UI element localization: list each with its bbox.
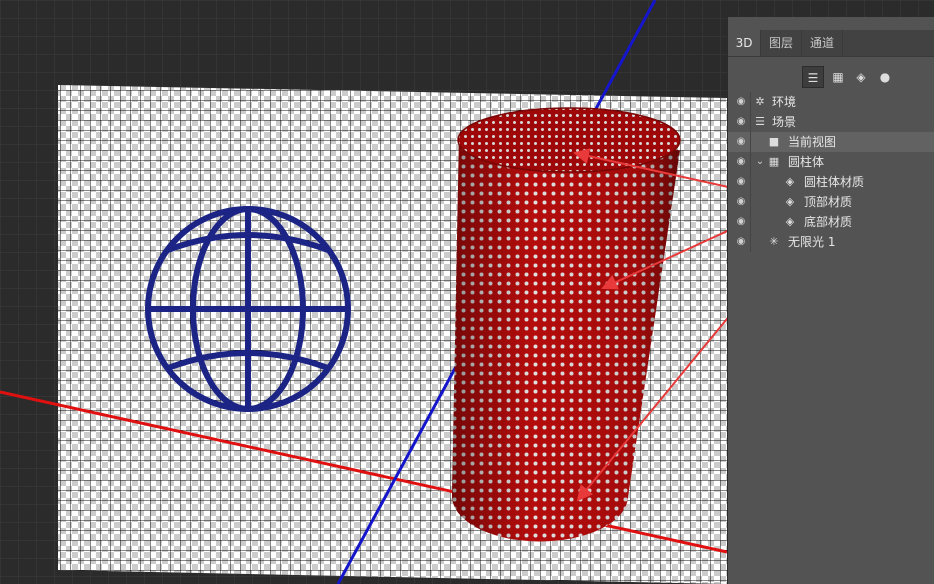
visibility-eye-icon[interactable]: ◉ <box>733 112 749 132</box>
scene-filter-button[interactable]: ☰ <box>802 66 824 88</box>
layer-infinite-light[interactable]: ◉ ✳ 无限光 1 <box>728 232 934 252</box>
visibility-eye-icon[interactable]: ◉ <box>733 232 749 252</box>
layer-label: 无限光 1 <box>788 235 836 249</box>
layer-current-view[interactable]: ◉ ■ 当前视图 <box>728 132 934 152</box>
environment-icon: ✲ <box>755 95 765 108</box>
material-filter-button[interactable]: ◈ <box>850 66 872 88</box>
material-icon: ◈ <box>785 195 795 208</box>
layer-label: 圆柱体 <box>788 155 825 169</box>
light-icon: ✳ <box>769 235 779 248</box>
mesh-icon: ▦ <box>768 155 780 168</box>
panel-tabs: 3D 图层 通道 <box>728 30 934 57</box>
scene-icon: ☰ <box>807 71 819 85</box>
visibility-eye-icon[interactable]: ◉ <box>733 192 749 212</box>
layer-label: 当前视图 <box>788 135 837 149</box>
tab-channels[interactable]: 通道 <box>802 30 843 56</box>
chevron-down-icon[interactable]: ⌄ <box>755 152 765 172</box>
visibility-eye-icon[interactable]: ◉ <box>733 152 749 172</box>
layer-cylinder[interactable]: ◉ ⌄ ▦ 圆柱体 <box>728 152 934 172</box>
layer-environment[interactable]: ◉ ✲ 环境 <box>728 92 934 112</box>
visibility-eye-icon[interactable]: ◉ <box>733 132 749 152</box>
visibility-eye-icon[interactable]: ◉ <box>733 92 749 112</box>
scene-icon: ☰ <box>755 115 765 128</box>
layer-scene[interactable]: ◉ ☰ 场景 <box>728 112 934 132</box>
visibility-eye-icon[interactable]: ◉ <box>733 212 749 232</box>
layer-label: 底部材质 <box>804 215 853 229</box>
layer-cylinder-material[interactable]: ◉ ◈ 圆柱体材质 <box>728 172 934 192</box>
material-icon: ◈ <box>785 175 795 188</box>
tab-layers[interactable]: 图层 <box>761 30 802 56</box>
tab-3d[interactable]: 3D <box>728 30 761 56</box>
globe-object[interactable] <box>145 206 351 412</box>
mesh-filter-button[interactable]: ▦ <box>827 66 849 88</box>
layer-top-material[interactable]: ◉ ◈ 顶部材质 <box>728 192 934 212</box>
material-icon: ◈ <box>785 215 795 228</box>
layer-label: 顶部材质 <box>804 195 853 209</box>
light-icon: ● <box>879 70 891 84</box>
visibility-eye-icon[interactable]: ◉ <box>733 172 749 192</box>
layer-label: 场景 <box>772 115 797 129</box>
layer-label: 圆柱体材质 <box>804 175 865 189</box>
mesh-icon: ▦ <box>832 70 844 84</box>
filter-toolbar: ☰ ▦ ◈ ● <box>728 64 934 92</box>
camera-icon: ■ <box>768 135 780 148</box>
3d-panel: 3D 图层 通道 ☰ ▦ ◈ ● ◉ ✲ 环境 ◉ ☰ 场景 ◉ ■ 当前视图 … <box>727 17 934 584</box>
layer-label: 环境 <box>772 95 797 109</box>
light-filter-button[interactable]: ● <box>874 66 896 88</box>
material-icon: ◈ <box>856 70 866 84</box>
scene-layer-list: ◉ ✲ 环境 ◉ ☰ 场景 ◉ ■ 当前视图 ◉ ⌄ ▦ 圆柱体 ◉ ◈ 圆柱体… <box>728 92 934 252</box>
layer-bottom-material[interactable]: ◉ ◈ 底部材质 <box>728 212 934 232</box>
